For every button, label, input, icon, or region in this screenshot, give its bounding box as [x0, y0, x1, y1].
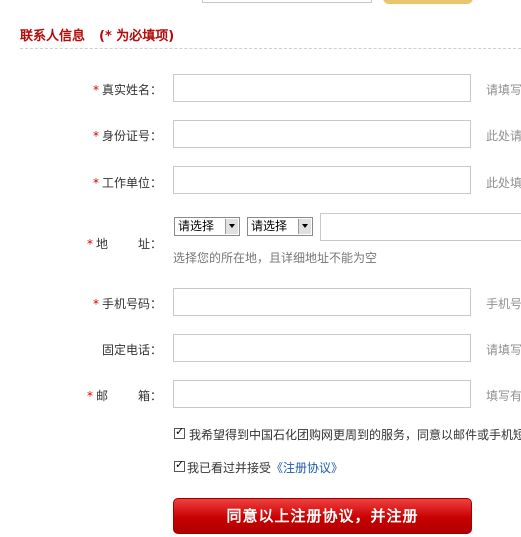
register-submit-button[interactable]: 同意以上注册协议，并注册 — [173, 498, 472, 534]
id-number-label: * 身份证号： — [92, 129, 162, 143]
previous-field-input[interactable] — [202, 0, 372, 3]
subscribe-text: 我希望得到中国石化团购网更周到的服务，同意以邮件或手机短信方式接收 — [189, 428, 521, 442]
subscribe-checkbox[interactable] — [174, 425, 185, 439]
province-select[interactable]: 请选择 — [174, 217, 240, 236]
required-star: * — [92, 129, 99, 143]
captcha-image — [383, 0, 473, 4]
required-note: (* 为必填项) — [99, 29, 175, 44]
email-hint: 填写有效邮箱 — [486, 389, 521, 403]
address-note: 选择您的所在地，且详细地址不能为空 — [173, 251, 378, 265]
mobile-label: * 手机号码： — [92, 297, 162, 311]
chevron-down-icon — [298, 219, 311, 234]
employer-hint: 此处填写工作单位 — [486, 176, 521, 190]
agreement-link[interactable]: 《注册协议》 — [271, 461, 343, 475]
id-number-hint: 此处请填写身份证号 — [486, 129, 521, 143]
employer-label: * 工作单位： — [92, 176, 162, 190]
name-label: * 真实姓名： — [92, 83, 162, 97]
section-title-text: 联系人信息 — [20, 29, 86, 44]
address-label: * 地址： — [86, 237, 162, 251]
required-star: * — [92, 83, 99, 97]
section-divider — [20, 48, 521, 49]
email-label: * 邮箱： — [86, 389, 162, 403]
address-detail-input[interactable] — [320, 213, 521, 241]
email-input[interactable] — [173, 380, 471, 408]
mobile-input[interactable] — [173, 288, 471, 316]
required-star: * — [92, 297, 99, 311]
phone-hint: 请填写固定电话 — [486, 343, 521, 357]
name-hint: 请填写真实姓名 — [486, 83, 521, 97]
id-number-input[interactable] — [173, 120, 471, 148]
name-input[interactable] — [173, 74, 471, 102]
agree-checkbox[interactable] — [174, 458, 185, 472]
agree-text: 我已看过并接受《注册协议》 — [187, 461, 344, 475]
required-star: * — [86, 237, 93, 251]
employer-input[interactable] — [173, 166, 471, 194]
phone-label: 固定电话： — [101, 343, 162, 357]
mobile-hint: 手机号码 — [486, 297, 521, 311]
chevron-down-icon — [225, 219, 238, 234]
phone-input[interactable] — [173, 334, 471, 362]
section-title: 联系人信息 (* 为必填项) — [20, 25, 174, 44]
required-star: * — [92, 176, 99, 190]
required-star: * — [86, 389, 93, 403]
city-select[interactable]: 请选择 — [247, 217, 313, 236]
